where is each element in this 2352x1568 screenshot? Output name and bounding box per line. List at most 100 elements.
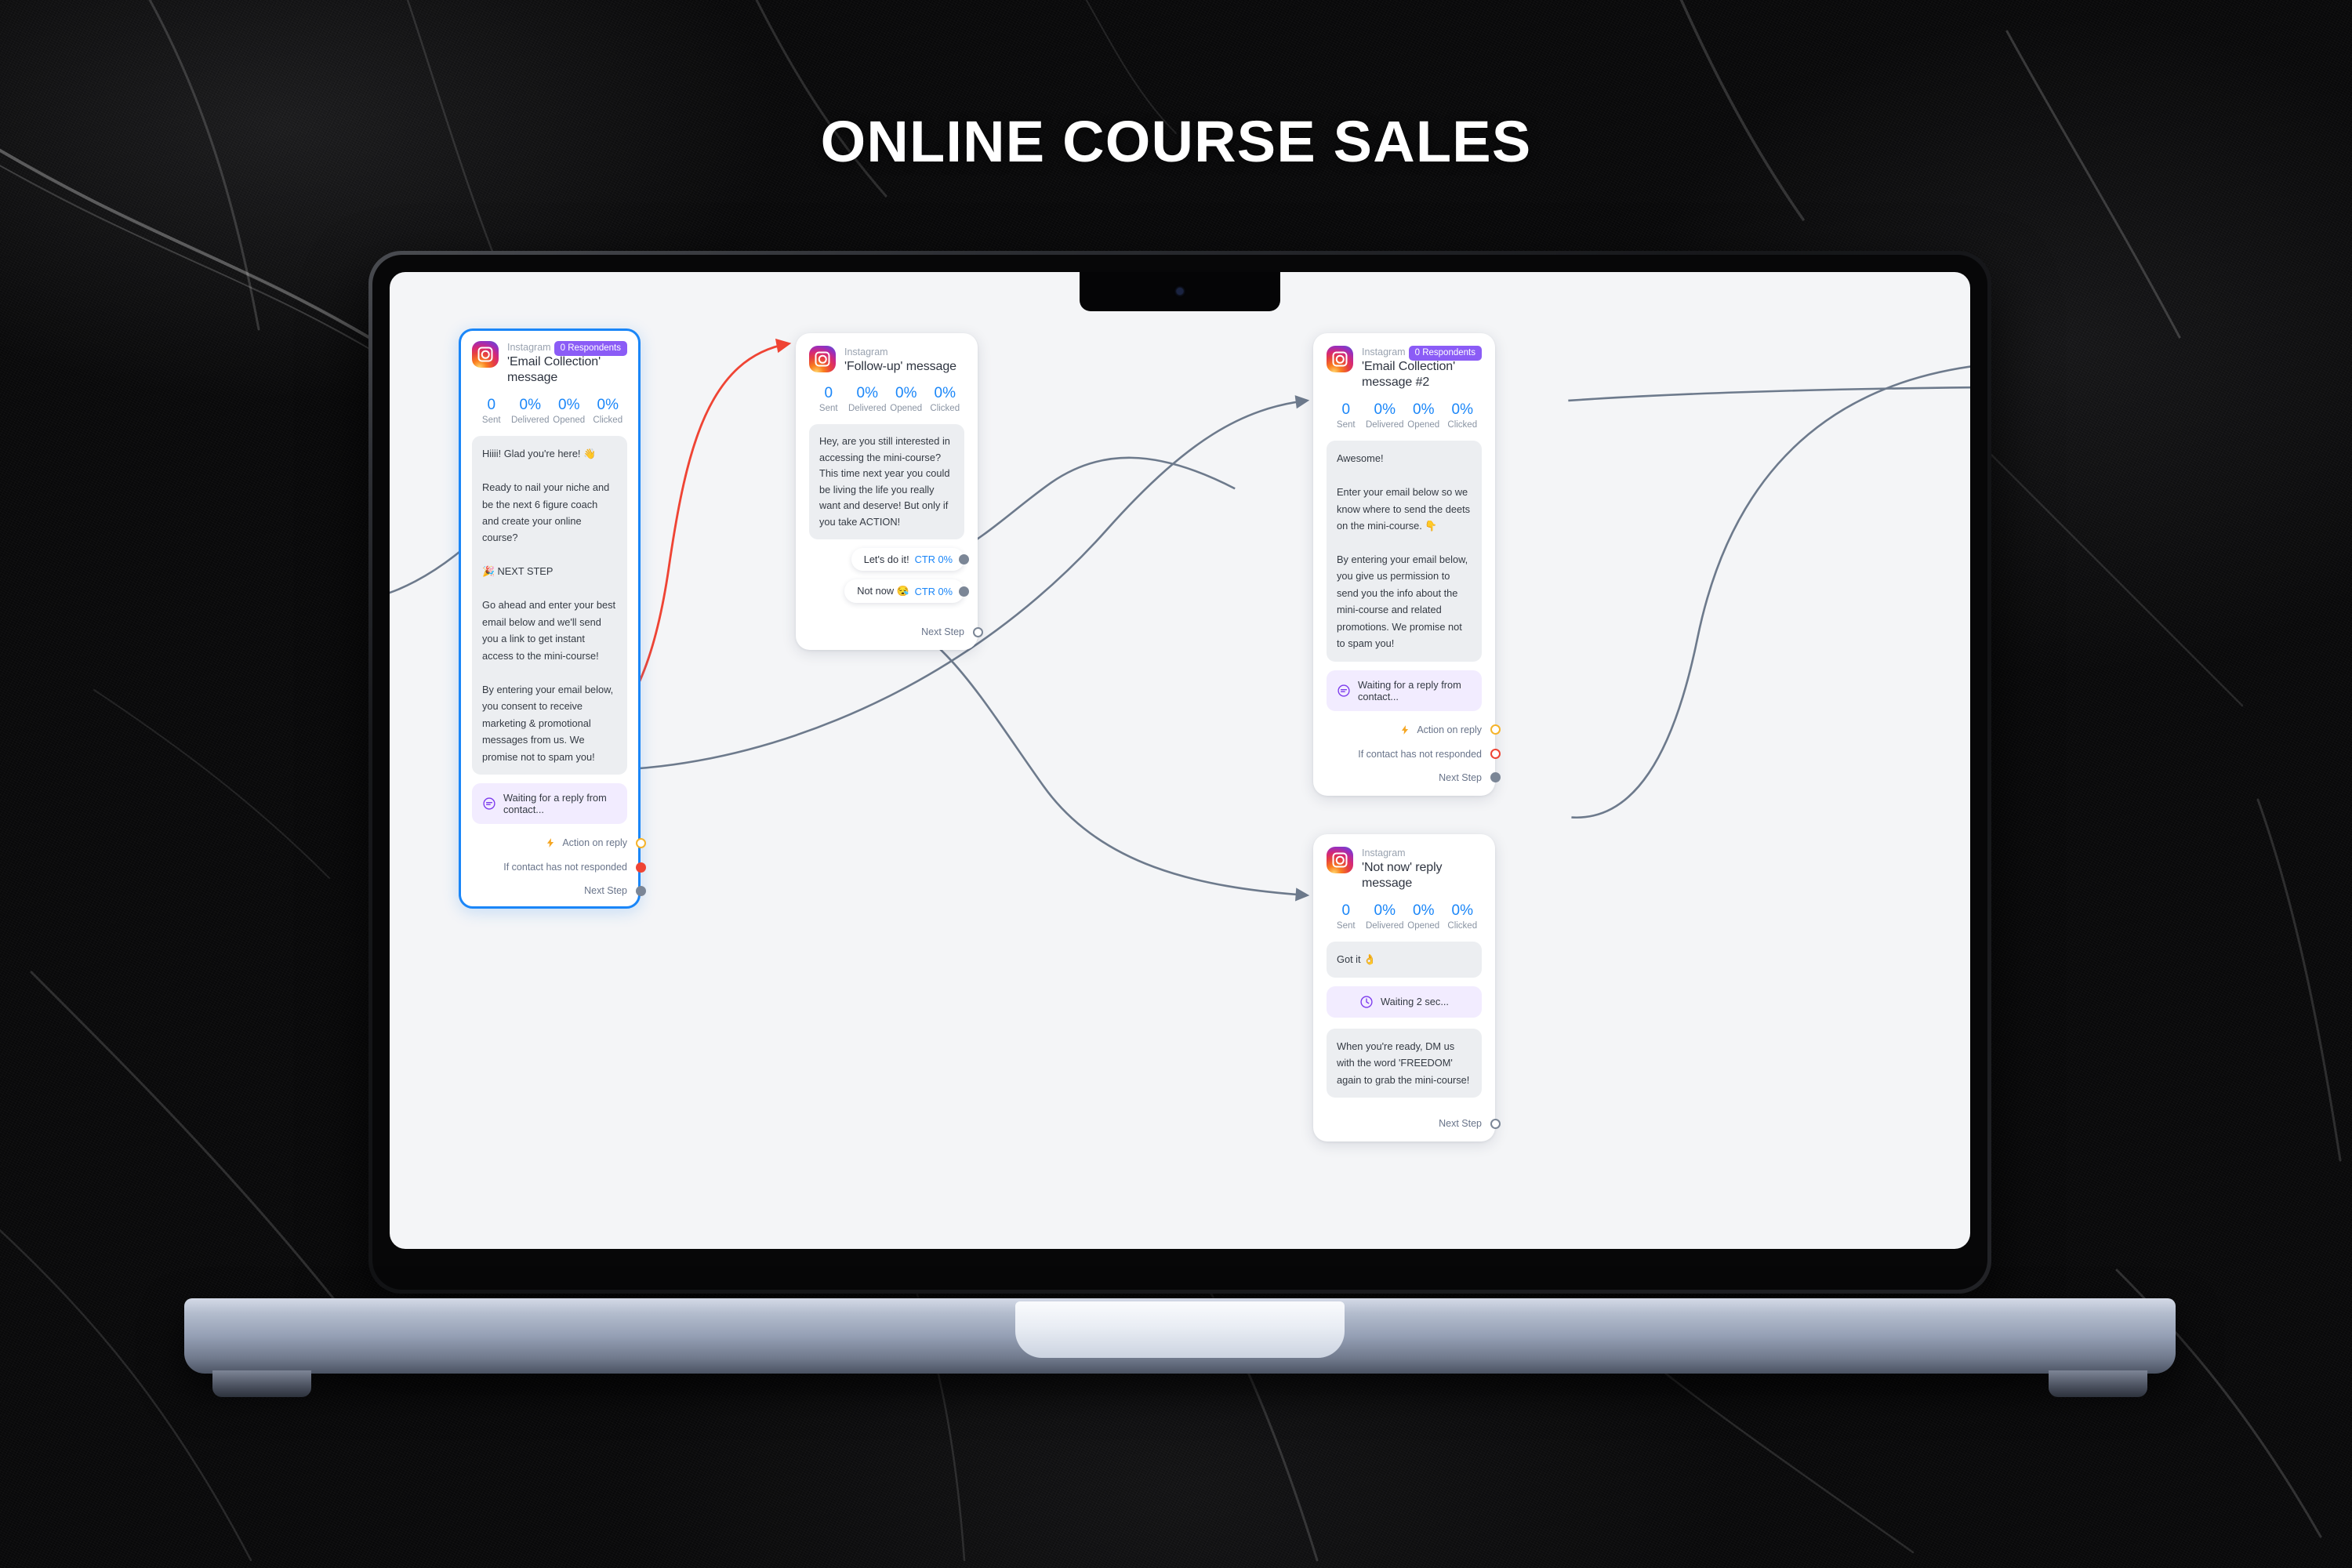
laptop-bezel: Instagram 'Email Collection' message 0 R…	[372, 255, 1987, 1290]
stat-value: 0%	[895, 385, 917, 402]
chat-bubble-icon	[483, 797, 495, 810]
output-label: Next Step	[921, 626, 964, 638]
stat-label: Opened	[553, 416, 586, 426]
stat-value: 0%	[597, 397, 619, 414]
laptop-mockup: Instagram 'Email Collection' message 0 R…	[184, 251, 2176, 1397]
stat-value: 0%	[856, 385, 878, 402]
stat-label: Sent	[1336, 921, 1356, 931]
message-bubble: Awesome! Enter your email below so we kn…	[1327, 441, 1482, 662]
message-bubble: Got it 👌	[1327, 942, 1482, 978]
stat-sent: 0 Sent	[1327, 902, 1366, 931]
quick-reply-label: Let's do it!	[863, 554, 909, 566]
clock-icon	[1360, 995, 1373, 1008]
stat-label: Opened	[1407, 420, 1440, 430]
card-header: Instagram 'Not now' reply message	[1327, 847, 1482, 892]
card-header: Instagram 'Follow-up' message	[809, 346, 964, 375]
laptop-screen: Instagram 'Email Collection' message 0 R…	[390, 272, 1970, 1249]
card-header: Instagram 'Email Collection' message #2 …	[1327, 346, 1482, 391]
respondents-badge: 0 Respondents	[554, 341, 627, 356]
card-header-text: Instagram 'Not now' reply message	[1362, 847, 1482, 892]
laptop-lid: Instagram 'Email Collection' message 0 R…	[368, 251, 1991, 1294]
stat-delivered: 0% Delivered	[1366, 401, 1405, 430]
stat-label: Delivered	[1365, 420, 1404, 430]
laptop-foot-right	[2049, 1370, 2147, 1397]
output-port-gray-ring[interactable]	[973, 626, 983, 637]
waiting-for-reply-pill: Waiting for a reply from contact...	[1327, 670, 1482, 711]
card-header: Instagram 'Email Collection' message 0 R…	[472, 341, 627, 387]
output-port-amber[interactable]	[636, 837, 646, 848]
stat-value: 0%	[1413, 401, 1435, 419]
stat-opened: 0% Opened	[550, 397, 589, 425]
output-action-on-reply[interactable]: Action on reply	[472, 837, 646, 849]
stat-label: Clicked	[930, 404, 960, 414]
output-next-step[interactable]: Next Step	[472, 885, 646, 897]
laptop-base-notch	[1015, 1301, 1345, 1358]
output-port-gray[interactable]	[959, 554, 969, 565]
card-title: 'Not now' reply message	[1362, 860, 1443, 891]
ctr-value: CTR 0%	[914, 585, 953, 597]
stat-label: Delivered	[510, 416, 550, 426]
laptop-base	[184, 1298, 2176, 1397]
stat-value: 0	[487, 397, 496, 414]
flow-card-email-collection-1[interactable]: Instagram 'Email Collection' message 0 R…	[459, 328, 646, 909]
quick-reply-yes[interactable]: Let's do it! CTR 0%	[851, 548, 969, 572]
stat-clicked: 0% Clicked	[589, 397, 628, 425]
stat-clicked: 0% Clicked	[926, 385, 965, 413]
stat-label: Clicked	[1447, 420, 1478, 430]
stats-row: 0 Sent 0% Delivered 0% Opened 0% Clicked	[809, 385, 964, 413]
message-bubble-2: When you're ready, DM us with the word '…	[1327, 1028, 1482, 1098]
output-not-responded[interactable]: If contact has not responded	[472, 862, 646, 873]
stat-label: Sent	[1336, 420, 1356, 430]
waiting-label: Waiting for a reply from contact...	[503, 792, 607, 816]
stat-value: 0	[1341, 401, 1351, 419]
output-port-red[interactable]	[636, 862, 646, 873]
stat-value: 0	[1341, 902, 1351, 920]
flow-card-not-now-reply[interactable]: Instagram 'Not now' reply message 0 Sent…	[1313, 834, 1501, 1142]
flow-card-email-collection-2[interactable]: Instagram 'Email Collection' message #2 …	[1313, 333, 1501, 796]
stat-sent: 0 Sent	[1327, 401, 1366, 430]
card-title: 'Email Collection' message #2	[1362, 359, 1456, 390]
message-bubble: Hey, are you still interested in accessi…	[809, 424, 964, 540]
output-port-gray-ring[interactable]	[1490, 1118, 1501, 1129]
instagram-icon	[1327, 346, 1353, 372]
card-title: 'Follow-up' message	[844, 359, 956, 373]
output-not-responded[interactable]: If contact has not responded	[1327, 748, 1501, 760]
output-label: Action on reply	[1417, 724, 1482, 735]
stats-row: 0 Sent 0% Delivered 0% Opened 0% Clicked	[1327, 902, 1482, 931]
delay-label: Waiting 2 sec...	[1380, 996, 1449, 1008]
output-action-on-reply[interactable]: Action on reply	[1327, 724, 1501, 736]
output-label: Next Step	[1439, 771, 1482, 783]
output-label: Next Step	[584, 885, 627, 897]
output-label: If contact has not responded	[1358, 748, 1482, 760]
stat-value: 0%	[1451, 902, 1473, 920]
output-label: If contact has not responded	[503, 862, 627, 873]
respondents-badge: 0 Respondents	[1408, 346, 1482, 361]
stat-value: 0%	[1374, 902, 1396, 920]
page-title: ONLINE COURSE SALES	[820, 109, 1532, 174]
bolt-icon	[1402, 725, 1409, 735]
output-next-step[interactable]: Next Step	[809, 626, 983, 638]
stat-value: 0%	[934, 385, 956, 402]
delay-pill: Waiting 2 sec...	[1327, 985, 1482, 1018]
instagram-icon	[472, 341, 499, 368]
flow-card-follow-up[interactable]: Instagram 'Follow-up' message 0 Sent 0%	[796, 333, 983, 651]
flow-canvas[interactable]: Instagram 'Email Collection' message 0 R…	[390, 272, 1970, 1249]
output-port-gray[interactable]	[636, 885, 646, 896]
card-title: 'Email Collection' message	[507, 354, 601, 385]
stat-label: Delivered	[848, 404, 887, 414]
stat-label: Delivered	[1365, 921, 1404, 931]
output-port-gray[interactable]	[959, 586, 969, 597]
stat-delivered: 0% Delivered	[1366, 902, 1405, 931]
stat-opened: 0% Opened	[1404, 902, 1443, 931]
stats-row: 0 Sent 0% Delivered 0% Opened 0% Clicked	[472, 397, 627, 425]
stat-opened: 0% Opened	[887, 385, 926, 413]
card-header-text: Instagram 'Follow-up' message	[844, 346, 956, 375]
stat-value: 0	[824, 385, 833, 402]
output-next-step[interactable]: Next Step	[1327, 1118, 1501, 1129]
output-next-step[interactable]: Next Step	[1327, 771, 1501, 783]
chat-bubble-icon	[1338, 684, 1350, 697]
stat-opened: 0% Opened	[1404, 401, 1443, 430]
screen-notch	[1080, 272, 1280, 311]
stat-value: 0%	[1413, 902, 1435, 920]
quick-reply-no[interactable]: Not now 😪 CTR 0%	[844, 579, 969, 604]
